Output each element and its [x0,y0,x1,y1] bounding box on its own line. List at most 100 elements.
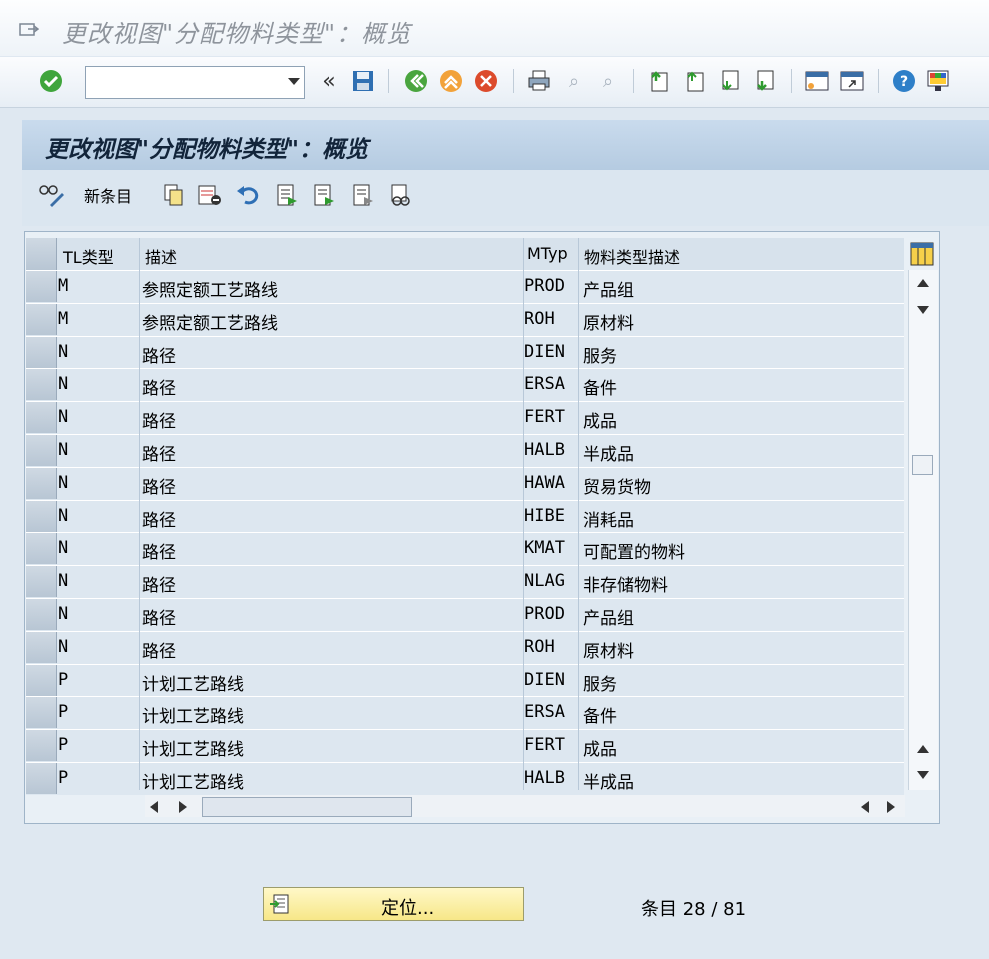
table-settings-icon[interactable] [909,241,935,267]
cancel-icon[interactable] [473,68,499,94]
row-selector[interactable] [26,566,57,598]
copy-icon[interactable] [161,182,187,208]
cell-mtyp-description[interactable]: 成品 [583,407,617,432]
row-selector[interactable] [26,599,57,630]
cell-mtyp[interactable]: HIBE [524,506,565,526]
cell-mtyp[interactable]: FERT [524,407,565,427]
cell-mtyp[interactable]: DIEN [524,670,565,690]
cell-mtyp[interactable]: PROD [524,604,565,624]
shortcut-icon[interactable] [839,68,865,94]
cell-mtyp-description[interactable]: 原材料 [583,309,634,334]
enter-icon[interactable] [38,68,64,94]
table-row[interactable]: M 参照定额工艺路线 PROD 产品组 [26,270,904,303]
cell-description[interactable]: 路径 [142,571,176,596]
save-icon[interactable] [350,68,376,94]
cell-mtyp-description[interactable]: 半成品 [583,440,634,465]
scroll-right-end-icon[interactable] [887,799,895,817]
cell-mtyp[interactable]: FERT [524,735,565,755]
green-back-icon[interactable] [403,68,429,94]
cell-tl-type[interactable]: M [58,309,68,329]
cell-description[interactable]: 路径 [142,374,176,399]
cell-tl-type[interactable]: N [58,342,68,362]
row-selector[interactable] [26,533,57,565]
column-header-tl-type[interactable]: TL类型 [63,244,114,268]
cell-mtyp-description[interactable]: 备件 [583,374,617,399]
column-header-mtyp-description[interactable]: 物料类型描述 [584,244,680,268]
undo-icon[interactable] [235,182,261,208]
table-row[interactable]: N 路径 KMAT 可配置的物料 [26,532,904,566]
command-field[interactable] [85,66,305,99]
back-icon[interactable]: « [316,68,342,94]
cell-description[interactable]: 路径 [142,604,176,629]
cell-mtyp[interactable]: HAWA [524,473,565,493]
cell-mtyp-description[interactable]: 服务 [583,342,617,367]
scroll-left-icon[interactable] [150,799,158,817]
row-selector[interactable] [26,369,57,401]
cell-description[interactable]: 路径 [142,440,176,465]
help-icon[interactable]: ? [891,68,917,94]
cell-mtyp-description[interactable]: 服务 [583,670,617,695]
print-icon[interactable] [526,68,552,94]
find-icon[interactable]: ⌕ [561,68,587,94]
cell-tl-type[interactable]: N [58,604,68,624]
cell-description[interactable]: 路径 [142,473,176,498]
row-selector[interactable] [26,730,57,762]
cell-mtyp-description[interactable]: 产品组 [583,604,634,629]
cell-description[interactable]: 计划工艺路线 [142,670,244,695]
cell-mtyp-description[interactable]: 成品 [583,735,617,760]
next-page-icon[interactable] [717,68,743,94]
table-row[interactable]: N 路径 ERSA 备件 [26,368,904,402]
cell-mtyp-description[interactable]: 贸易货物 [583,473,651,498]
cell-tl-type[interactable]: P [58,670,68,690]
table-row[interactable]: N 路径 ROH 原材料 [26,630,904,664]
display-change-icon[interactable] [38,182,66,208]
cell-mtyp[interactable]: HALB [524,440,565,460]
cell-mtyp-description[interactable]: 产品组 [583,276,634,301]
cell-mtyp-description[interactable]: 备件 [583,702,617,727]
cell-description[interactable]: 计划工艺路线 [142,702,244,727]
cell-mtyp[interactable]: NLAG [524,571,565,591]
print-preview-icon[interactable] [387,182,413,208]
table-row[interactable]: N 路径 HALB 半成品 [26,434,904,467]
exit-icon[interactable] [438,68,464,94]
cell-tl-type[interactable]: N [58,637,68,657]
window-menu-icon[interactable] [19,22,39,38]
scroll-down-icon[interactable] [916,768,930,782]
chevron-down-icon[interactable] [288,78,300,85]
cell-description[interactable]: 路径 [142,538,176,563]
select-all-column-button[interactable] [26,238,57,270]
row-selector[interactable] [26,500,57,532]
cell-description[interactable]: 计划工艺路线 [142,735,244,760]
scroll-left-end-icon[interactable] [861,799,869,817]
last-page-icon[interactable] [752,68,778,94]
previous-page-icon[interactable] [682,68,708,94]
create-session-icon[interactable] [804,68,830,94]
new-entries-button[interactable]: 新条目 [84,182,132,208]
cell-mtyp[interactable]: DIEN [524,342,565,362]
table-row[interactable]: P 计划工艺路线 ERSA 备件 [26,696,904,730]
select-all-icon[interactable] [274,182,300,208]
row-selector[interactable] [26,763,57,794]
position-button[interactable]: 定位... [263,887,524,921]
page-up-icon[interactable] [916,742,930,756]
cell-tl-type[interactable]: N [58,506,68,526]
cell-tl-type[interactable]: N [58,440,68,460]
row-selector[interactable] [26,631,57,663]
cell-tl-type[interactable]: N [58,407,68,427]
cell-mtyp-description[interactable]: 非存储物料 [583,571,668,596]
row-selector[interactable] [26,402,57,434]
table-row[interactable]: N 路径 DIEN 服务 [26,335,904,369]
vertical-scrollbar[interactable] [908,270,938,790]
row-selector[interactable] [26,664,57,696]
cell-mtyp-description[interactable]: 消耗品 [583,506,634,531]
first-page-icon[interactable] [646,68,672,94]
row-selector[interactable] [26,271,57,302]
row-selector[interactable] [26,336,57,368]
column-header-description[interactable]: 描述 [145,244,177,268]
row-selector[interactable] [26,467,57,499]
layout-icon[interactable] [925,68,951,94]
cell-mtyp[interactable]: ROH [524,637,555,657]
cell-description[interactable]: 参照定额工艺路线 [142,276,278,301]
cell-tl-type[interactable]: N [58,538,68,558]
horizontal-scroll-thumb[interactable] [202,797,412,817]
